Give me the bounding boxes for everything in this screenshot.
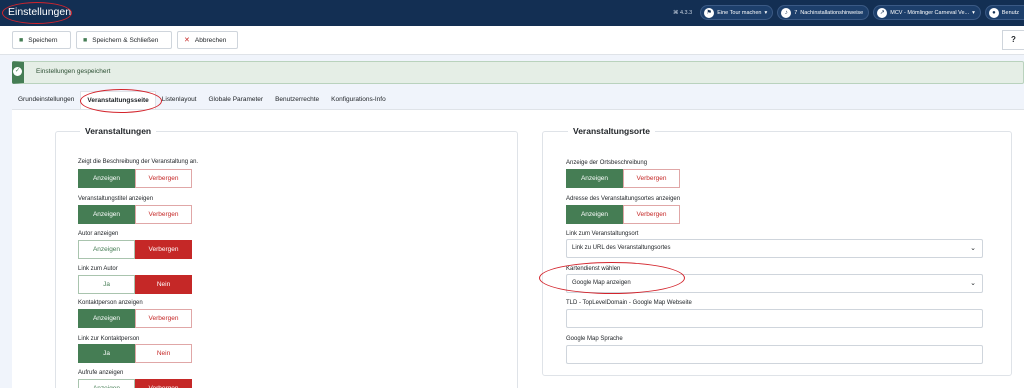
- tab-globale-parameter[interactable]: Globale Parameter: [203, 91, 270, 109]
- close-icon: ✕: [184, 37, 190, 44]
- select-value: Link zu URL des Veranstaltungsortes: [572, 245, 671, 251]
- show-description-toggle: Anzeigen Verbergen: [78, 169, 192, 188]
- toolbar: ■ Speichern ■ Speichern & Schließen ✕ Ab…: [0, 26, 1024, 55]
- toggle-option-hide[interactable]: Verbergen: [135, 240, 192, 259]
- field-label: Link zum Veranstaltungsort: [566, 231, 639, 237]
- save-close-button[interactable]: ■ Speichern & Schließen: [76, 31, 172, 49]
- toggle-option-show[interactable]: Anzeigen: [78, 240, 135, 259]
- author-link-toggle: Ja Nein: [78, 275, 192, 294]
- toggle-option-hide[interactable]: Verbergen: [135, 169, 192, 188]
- toggle-option-hide[interactable]: Verbergen: [135, 309, 192, 328]
- fieldset-veranstaltungsorte: Veranstaltungsorte Anzeige der Ortsbesch…: [542, 126, 1012, 376]
- toggle-option-yes[interactable]: Ja: [78, 275, 135, 294]
- site-link-button[interactable]: ↗ MCV - Mömlinger Carneval Ve... ▾: [873, 5, 981, 20]
- success-alert: ✓ Einstellungen gespeichert: [12, 61, 1024, 84]
- show-title-toggle: Anzeigen Verbergen: [78, 205, 192, 224]
- field-label: Kartendienst wählen: [566, 266, 621, 272]
- fieldset-legend: Veranstaltungsorte: [568, 126, 655, 136]
- field-label: Autor anzeigen: [78, 231, 119, 237]
- toggle-option-hide[interactable]: Verbergen: [135, 379, 192, 388]
- toggle-option-no[interactable]: Nein: [135, 344, 192, 363]
- tour-button[interactable]: ⚑ Eine Tour machen ▾: [700, 5, 774, 20]
- chevron-down-icon: ⌄: [970, 280, 976, 287]
- map-language-input[interactable]: [566, 345, 983, 364]
- show-author-toggle: Anzeigen Verbergen: [78, 240, 192, 259]
- field-label: Google Map Sprache: [566, 336, 623, 342]
- tab-konfigurations-info[interactable]: Konfigurations-Info: [325, 91, 392, 109]
- field-label: TLD - TopLevelDomain - Google Map Websei…: [566, 300, 692, 306]
- user-icon: ●: [988, 7, 999, 18]
- user-label: Benutz: [1001, 9, 1019, 16]
- tab-grundeinstellungen[interactable]: Grundeinstellungen: [12, 91, 80, 109]
- check-circle-icon: ✓: [13, 67, 22, 76]
- notifications-button[interactable]: ♪ 7 Nachinstallationshinweise: [777, 5, 870, 20]
- toggle-option-show[interactable]: Anzeigen: [78, 169, 135, 188]
- top-header-bar: Einstellungen ⌘ 4.3.3 ⚑ Eine Tour machen…: [0, 0, 1024, 26]
- signpost-icon: ⚑: [704, 7, 715, 18]
- toggle-option-hide[interactable]: Verbergen: [623, 169, 680, 188]
- tld-input[interactable]: [566, 309, 983, 328]
- field-label: Aufrufe anzeigen: [78, 370, 124, 376]
- field-label: Link zur Kontaktperson: [78, 336, 140, 342]
- field-label: Anzeige der Ortsbeschreibung: [566, 160, 648, 166]
- toggle-option-show[interactable]: Anzeigen: [78, 379, 135, 388]
- toggle-option-yes[interactable]: Ja: [78, 344, 135, 363]
- alert-message: Einstellungen gespeichert: [36, 68, 111, 75]
- field-label: Adresse des Veranstaltungsortes anzeigen: [566, 196, 681, 202]
- show-contact-toggle: Anzeigen Verbergen: [78, 309, 192, 328]
- save-button[interactable]: ■ Speichern: [12, 31, 71, 49]
- map-service-select[interactable]: Google Map anzeigen ⌄: [566, 274, 983, 293]
- venue-address-toggle: Anzeigen Verbergen: [566, 205, 680, 224]
- toggle-option-show[interactable]: Anzeigen: [78, 205, 135, 224]
- tab-panel: Veranstaltungen Zeigt die Beschreibung d…: [12, 109, 1024, 388]
- bell-icon: ♪: [781, 7, 792, 18]
- notifications-label: Nachinstallationshinweise: [800, 9, 864, 16]
- header-actions: ⌘ 4.3.3 ⚑ Eine Tour machen ▾ ♪ 7 Nachins…: [673, 4, 1024, 21]
- tab-listenlayout[interactable]: Listenlayout: [156, 91, 203, 109]
- toggle-option-hide[interactable]: Verbergen: [623, 205, 680, 224]
- version-label: ⌘ 4.3.3: [672, 9, 693, 16]
- show-hits-toggle: Anzeigen Verbergen: [78, 379, 192, 388]
- venue-description-toggle: Anzeigen Verbergen: [566, 169, 680, 188]
- tab-benutzerrechte[interactable]: Benutzerrechte: [269, 91, 325, 109]
- chevron-down-icon: ⌄: [970, 245, 976, 252]
- venue-link-select[interactable]: Link zu URL des Veranstaltungsortes ⌄: [566, 239, 983, 258]
- toggle-option-no[interactable]: Nein: [135, 275, 192, 294]
- tab-veranstaltungsseite[interactable]: Veranstaltungsseite: [80, 91, 156, 109]
- chevron-down-icon: ▾: [972, 9, 975, 16]
- site-label: MCV - Mömlinger Carneval Ve...: [890, 9, 970, 16]
- field-label: Kontaktperson anzeigen: [78, 300, 143, 306]
- notification-count: 7: [794, 9, 798, 16]
- save-label: Speichern: [28, 36, 58, 44]
- tour-label: Eine Tour machen: [717, 9, 762, 16]
- toggle-option-show[interactable]: Anzeigen: [78, 309, 135, 328]
- toggle-option-show[interactable]: Anzeigen: [566, 205, 623, 224]
- tab-bar: Grundeinstellungen Veranstaltungsseite L…: [12, 91, 392, 109]
- fieldset-veranstaltungen: Veranstaltungen Zeigt die Beschreibung d…: [55, 126, 518, 388]
- contact-link-toggle: Ja Nein: [78, 344, 192, 363]
- external-link-icon: ↗: [877, 7, 888, 18]
- save-close-label: Speichern & Schließen: [92, 36, 159, 44]
- toggle-option-show[interactable]: Anzeigen: [566, 169, 623, 188]
- page-title: Einstellungen: [8, 6, 72, 18]
- field-label: Zeigt die Beschreibung der Veranstaltung…: [78, 159, 199, 165]
- field-label: Link zum Autor: [78, 266, 118, 272]
- help-button[interactable]: ?: [1002, 30, 1024, 50]
- toggle-option-hide[interactable]: Verbergen: [135, 205, 192, 224]
- field-label: Veranstaltungstitel anzeigen: [78, 196, 154, 202]
- cancel-label: Abbrechen: [194, 36, 227, 44]
- save-icon: ■: [19, 36, 24, 44]
- user-menu-button[interactable]: ● Benutz: [984, 5, 1024, 20]
- chevron-down-icon: ▾: [764, 9, 768, 16]
- select-value: Google Map anzeigen: [572, 280, 631, 286]
- save-icon: ■: [83, 36, 88, 44]
- fieldset-legend: Veranstaltungen: [80, 126, 157, 136]
- cancel-button[interactable]: ✕ Abbrechen: [177, 31, 238, 49]
